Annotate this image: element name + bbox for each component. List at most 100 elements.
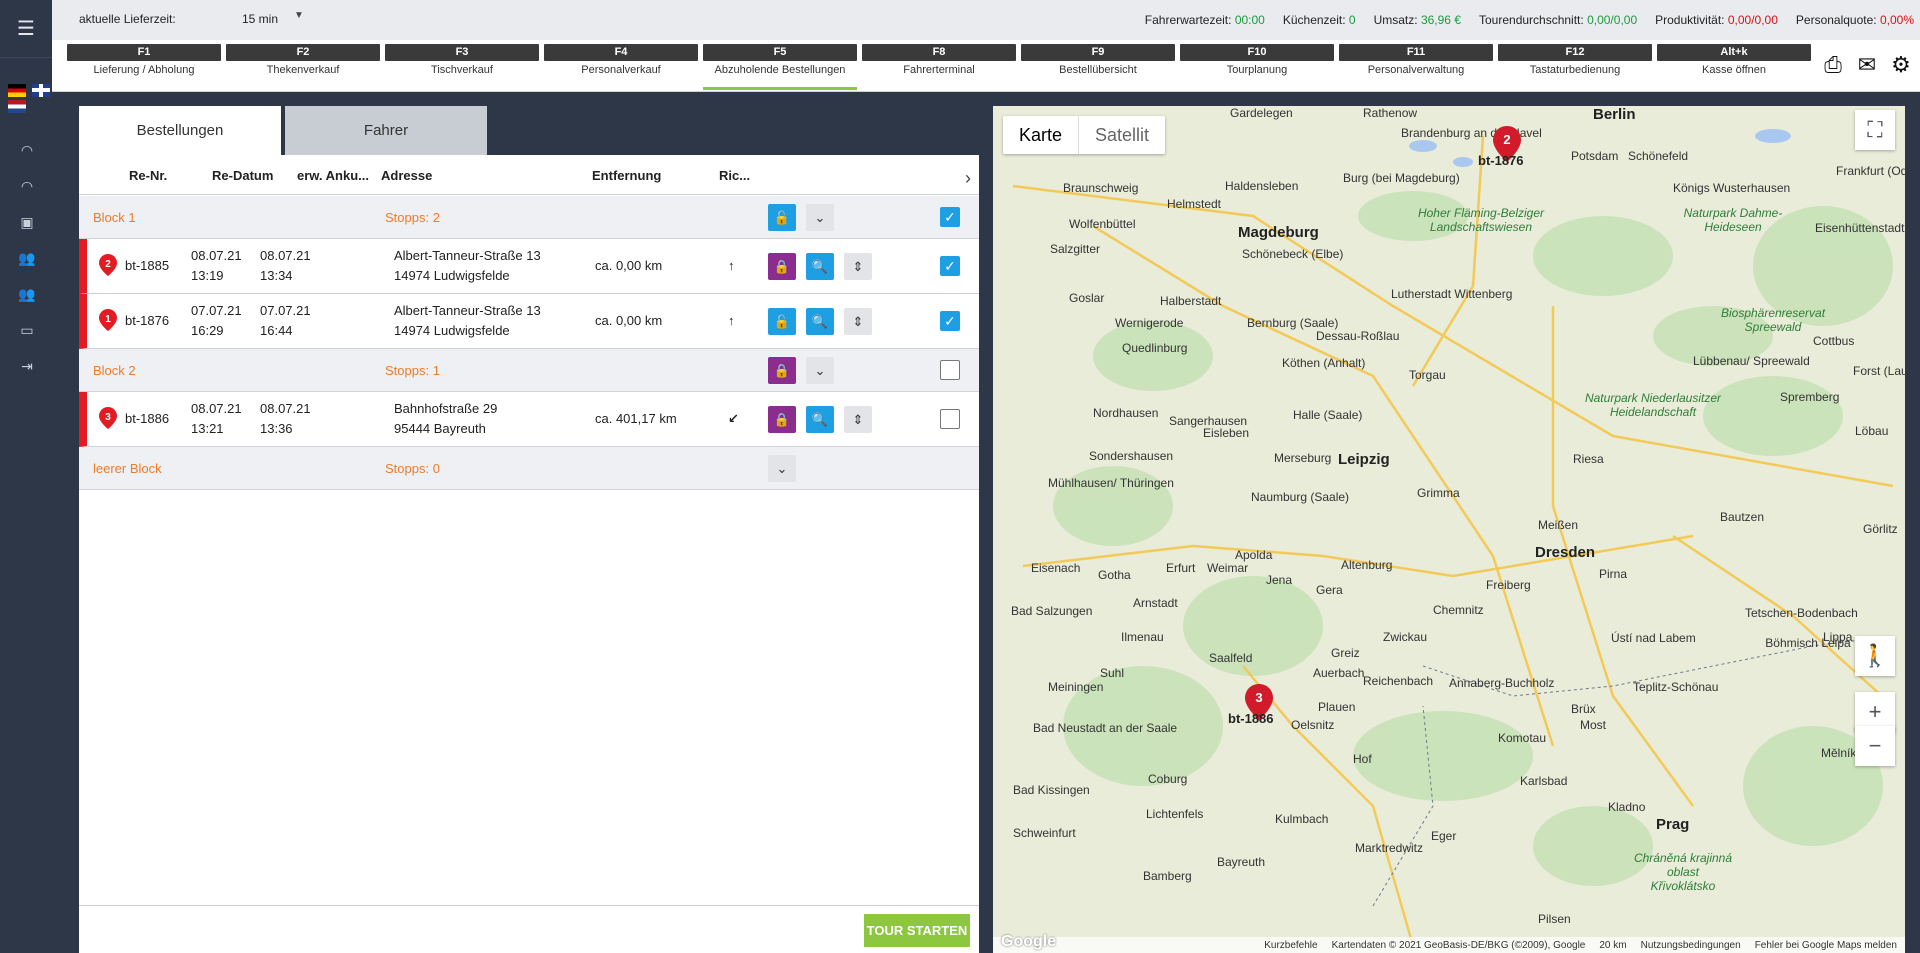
unlock-button[interactable]: 🔓 — [768, 204, 796, 231]
logout-icon[interactable]: ⇥ — [16, 355, 38, 377]
chevron-down-icon[interactable]: ⌄ — [806, 357, 834, 384]
header-richtung[interactable]: Ric... — [719, 168, 750, 183]
header-redatum[interactable]: Re-Datum — [212, 168, 273, 183]
city-label: Lübbenau/ Spreewald — [1693, 354, 1810, 368]
unlock-button[interactable]: 🔓 — [768, 308, 796, 335]
row-checkbox[interactable]: ✓ — [940, 256, 960, 276]
fullscreen-icon[interactable]: ⛶ — [1855, 110, 1895, 150]
city-label: Pilsen — [1538, 912, 1571, 926]
distance-cell: ca. 0,00 km — [595, 313, 663, 328]
archive-icon[interactable]: ▣ — [16, 211, 38, 233]
tab-fahrer[interactable]: Fahrer — [285, 106, 487, 155]
panel-tabs: Bestellungen Fahrer — [79, 106, 972, 155]
header-adresse[interactable]: Adresse — [381, 168, 432, 183]
city-label: Bernburg (Saale) — [1247, 316, 1339, 330]
block-name: Block 2 — [93, 363, 136, 378]
fkey-kasse-oeffnen[interactable]: Alt+k Kasse öffnen — [1657, 44, 1811, 90]
lock-button[interactable]: 🔒 — [768, 406, 796, 433]
hamburger-menu-icon[interactable]: ☰ — [0, 0, 52, 58]
search-button[interactable]: 🔍 — [806, 406, 834, 433]
fkey-tischverkauf[interactable]: F3 Tischverkauf — [385, 44, 539, 90]
map-view[interactable]: Karte Satellit ⛶ Gardelegen Rathenow Ber… — [993, 106, 1905, 953]
search-button[interactable]: 🔍 — [806, 308, 834, 335]
search-button[interactable]: 🔍 — [806, 253, 834, 280]
chevron-down-icon[interactable]: ⌄ — [768, 455, 796, 482]
fkey-tourplanung[interactable]: F10 Tourplanung — [1180, 44, 1334, 90]
chevron-right-icon[interactable]: › — [965, 168, 971, 189]
map-attribution: Kurzbefehle Kartendaten © 2021 GeoBasis-… — [993, 937, 1905, 953]
city-label: Gotha — [1098, 568, 1131, 582]
city-label: Lutherstadt Wittenberg — [1391, 287, 1513, 301]
city-label: Quedlinburg — [1122, 341, 1188, 355]
city-label: Teplitz-Schönau — [1633, 680, 1719, 694]
staff-icon[interactable]: 👥 — [16, 283, 38, 305]
dutch-flag-icon[interactable] — [8, 100, 26, 113]
fkey-thekenverkauf[interactable]: F2 Thekenverkauf — [226, 44, 380, 90]
block-checkbox[interactable]: ✓ — [940, 207, 960, 227]
row-checkbox[interactable] — [940, 409, 960, 429]
lock-button[interactable]: 🔒 — [768, 357, 796, 384]
city-label: Lichtenfels — [1146, 807, 1204, 821]
mail-icon[interactable]: ✉ — [1852, 50, 1882, 80]
fkey-abzuholende-bestellungen[interactable]: F5 Abzuholende Bestellungen — [703, 44, 857, 90]
city-label: Naumburg (Saale) — [1251, 490, 1350, 504]
zoom-out-button[interactable]: − — [1855, 726, 1895, 766]
lock-button[interactable]: 🔒 — [768, 253, 796, 280]
gear-icon[interactable]: ⚙ — [1886, 50, 1916, 80]
chevron-down-icon[interactable]: ▼ — [294, 10, 304, 21]
table-row[interactable]: 2 bt-1885 08.07.21 13:19 08.07.21 13:34 … — [79, 239, 979, 294]
table-row[interactable]: 3 bt-1886 08.07.21 13:21 08.07.21 13:36 … — [79, 392, 979, 447]
city-label: Haldensleben — [1225, 179, 1299, 193]
city-label: Apolda — [1235, 548, 1273, 562]
city-label: Köthen (Anhalt) — [1282, 356, 1366, 370]
reorder-handle[interactable]: ⇕ — [844, 253, 872, 280]
city-label: Potsdam — [1571, 149, 1619, 163]
german-flag-icon[interactable] — [8, 84, 26, 97]
row-checkbox[interactable]: ✓ — [940, 311, 960, 331]
monitor-icon[interactable]: ▭ — [16, 319, 38, 341]
map-type-satellit[interactable]: Satellit — [1078, 116, 1165, 154]
svg-text:3: 3 — [1255, 690, 1262, 705]
map-pin-icon: 1 — [99, 309, 117, 331]
header-entfernung[interactable]: Entfernung — [592, 168, 661, 183]
reorder-handle[interactable]: ⇕ — [844, 308, 872, 335]
tour-starten-button[interactable]: TOUR STARTEN — [864, 914, 970, 947]
report-error-link[interactable]: Fehler bei Google Maps melden — [1755, 940, 1897, 951]
city-label: Komotau — [1498, 731, 1547, 745]
fkey-fahrerterminal[interactable]: F8 Fahrerterminal — [862, 44, 1016, 90]
dashboard-icon[interactable]: ◠ — [16, 139, 38, 161]
chevron-down-icon[interactable]: ⌄ — [806, 204, 834, 231]
print-icon[interactable]: ⎙ — [1818, 50, 1848, 80]
reorder-handle[interactable]: ⇕ — [844, 406, 872, 433]
users-icon[interactable]: 👥 — [16, 247, 38, 269]
fkey-bestelluebersicht[interactable]: F9 Bestellübersicht — [1021, 44, 1175, 90]
header-erw[interactable]: erw. Anku... — [297, 168, 369, 183]
speedometer-icon[interactable]: ◠ — [16, 175, 38, 197]
city-label: Bamberg — [1143, 869, 1192, 883]
header-renr[interactable]: Re-Nr. — [129, 168, 167, 183]
map-type-karte[interactable]: Karte — [1003, 116, 1078, 154]
city-label: Halberstadt — [1160, 294, 1222, 308]
stat-tourendurchschnitt: Tourendurchschnitt: 0,00/0,00 — [1479, 13, 1638, 27]
table-row[interactable]: 1 bt-1876 07.07.21 16:29 07.07.21 16:44 … — [79, 294, 979, 349]
city-label: Kulmbach — [1275, 812, 1329, 826]
city-label: Bad Neustadt an der Saale — [1033, 721, 1178, 735]
fkey-personalverwaltung[interactable]: F11 Personalverwaltung — [1339, 44, 1493, 90]
city-label: Eisleben — [1203, 426, 1250, 440]
shortcuts-link[interactable]: Kurzbefehle — [1264, 940, 1317, 951]
city-label: Riesa — [1573, 452, 1604, 466]
pegman-icon[interactable]: 🚶 — [1855, 636, 1895, 676]
city-label: Nordhausen — [1093, 406, 1159, 420]
fkey-personalverkauf[interactable]: F4 Personalverkauf — [544, 44, 698, 90]
english-flag-icon[interactable] — [32, 84, 50, 97]
city-label: Salzgitter — [1050, 242, 1101, 256]
block-checkbox[interactable] — [940, 360, 960, 380]
lieferzeit-select[interactable]: 15 min — [242, 12, 278, 26]
stat-kuechenzeit: Küchenzeit: 0 — [1282, 13, 1356, 27]
fkey-lieferung[interactable]: F1 Lieferung / Abholung — [67, 44, 221, 90]
city-label: Brüx — [1571, 702, 1596, 716]
terms-link[interactable]: Nutzungsbedingungen — [1641, 940, 1741, 951]
tab-bestellungen[interactable]: Bestellungen — [79, 106, 281, 155]
city-label: Prag — [1656, 816, 1690, 833]
fkey-tastaturbedienung[interactable]: F12 Tastaturbedienung — [1498, 44, 1652, 90]
